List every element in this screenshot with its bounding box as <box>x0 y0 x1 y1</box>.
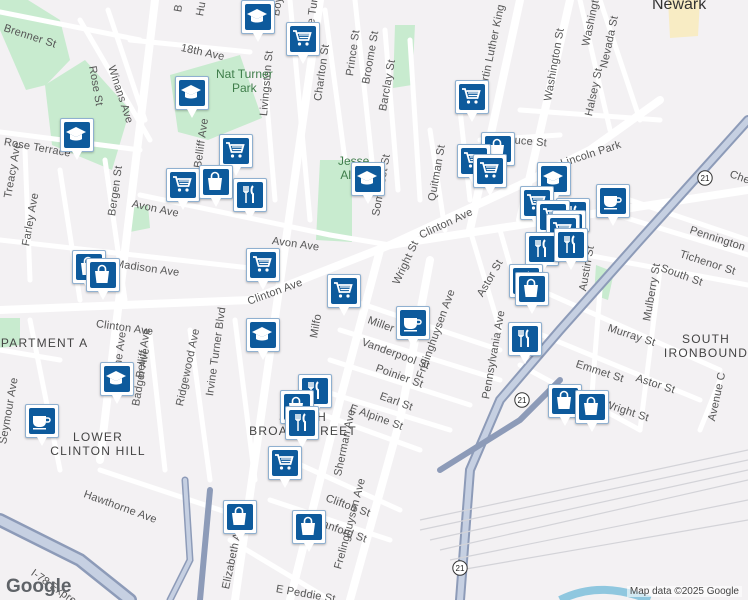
fork-knife-icon <box>518 329 529 347</box>
shopping-cart-icon <box>293 30 312 46</box>
poi-marker-school[interactable] <box>100 362 134 404</box>
coffee-cup-icon <box>604 196 622 210</box>
map-attribution: Map data ©2025 Google <box>626 586 742 597</box>
shopping-bag-icon <box>232 506 246 525</box>
poi-marker-grocery[interactable] <box>455 80 489 122</box>
graduation-cap-icon <box>357 171 377 185</box>
graduation-cap-icon <box>252 327 272 341</box>
poi-marker-school[interactable] <box>60 118 94 160</box>
poi-marker-shopping[interactable] <box>292 510 326 552</box>
poi-marker-restaurant[interactable] <box>285 406 319 448</box>
poi-marker-shopping[interactable] <box>223 500 257 542</box>
svg-text:21: 21 <box>456 564 465 573</box>
shopping-cart-icon <box>173 176 192 192</box>
poi-marker-grocery[interactable] <box>473 154 507 196</box>
area-label-lower-clinton-hill: LOWER CLINTON HILL <box>50 430 146 458</box>
coffee-cup-icon <box>33 416 51 430</box>
poi-marker-school[interactable] <box>246 318 280 360</box>
poi-marker-grocery[interactable] <box>327 274 361 316</box>
shopping-bag-icon <box>524 278 538 297</box>
fork-knife-icon <box>295 413 306 431</box>
poi-marker-shopping[interactable] <box>86 258 120 300</box>
graduation-cap-icon <box>181 85 201 99</box>
svg-text:21: 21 <box>518 396 527 405</box>
svg-text:21: 21 <box>701 174 710 183</box>
graduation-cap-icon <box>106 371 126 385</box>
route-shield-icon: 21 <box>514 392 530 408</box>
poi-marker-shopping[interactable] <box>575 390 609 432</box>
poi-marker-grocery[interactable] <box>166 168 200 210</box>
poi-marker-grocery[interactable] <box>246 248 280 290</box>
fork-knife-icon <box>243 185 254 203</box>
coffee-cup-icon <box>404 318 422 332</box>
street-label-hu: Hu <box>194 0 209 18</box>
shopping-bag-icon <box>584 396 598 415</box>
fork-knife-icon <box>564 235 575 253</box>
poi-marker-school[interactable] <box>175 76 209 118</box>
shopping-cart-icon <box>480 162 499 178</box>
shopping-bag-icon <box>208 171 222 190</box>
route-shield-icon: 21 <box>452 560 468 576</box>
shopping-bag-icon <box>95 264 109 283</box>
poi-marker-shopping[interactable] <box>199 165 233 207</box>
poi-marker-shopping[interactable] <box>515 272 549 314</box>
poi-marker-grocery[interactable] <box>286 22 320 64</box>
poi-marker-cafe[interactable] <box>596 184 630 226</box>
shopping-bag-icon <box>301 516 315 535</box>
route-shield-icon: 21 <box>697 170 713 186</box>
shopping-bag-icon <box>557 390 571 409</box>
poi-marker-restaurant[interactable] <box>508 322 542 364</box>
poi-marker-grocery[interactable] <box>268 446 302 488</box>
park-label-nat-turner: Nat Turner Park <box>216 67 273 95</box>
shopping-cart-icon <box>462 88 481 104</box>
poi-marker-school[interactable] <box>241 0 275 42</box>
poi-marker-restaurant[interactable] <box>554 228 588 270</box>
shopping-cart-icon <box>334 282 353 298</box>
poi-marker-cafe[interactable] <box>25 404 59 446</box>
shopping-cart-icon <box>275 454 294 470</box>
area-label-apartment: APARTMENT A <box>0 336 89 350</box>
google-logo: Google <box>6 576 72 597</box>
city-label: Newark <box>652 0 707 13</box>
map-canvas[interactable]: Brenner St 18th Ave Winans Ave Rose St Rose … <box>0 0 748 600</box>
poi-marker-cafe[interactable] <box>396 306 430 348</box>
shopping-cart-icon <box>253 256 272 272</box>
shopping-cart-icon <box>226 142 245 158</box>
poi-marker-school[interactable] <box>351 162 385 204</box>
poi-marker-restaurant[interactable] <box>233 178 267 220</box>
area-label-south-ironbound: SOUTH IRONBOUND <box>663 332 748 360</box>
graduation-cap-icon <box>247 9 267 23</box>
graduation-cap-icon <box>66 127 86 141</box>
fork-knife-icon <box>535 239 546 257</box>
